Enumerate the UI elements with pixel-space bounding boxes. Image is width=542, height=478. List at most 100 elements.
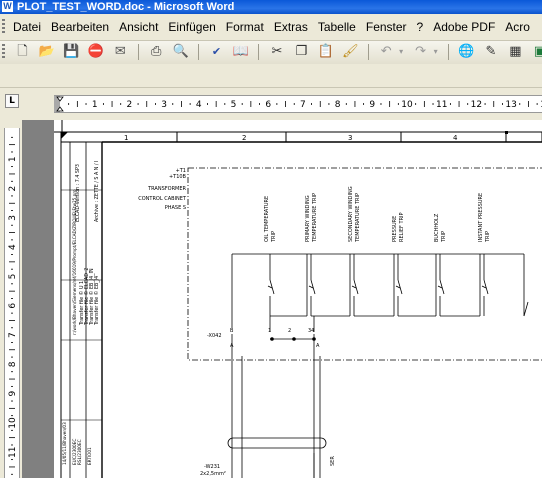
terminal-num-2: 2 — [288, 328, 291, 334]
left-panel-line10: RSL/2300EC — [77, 439, 82, 465]
grid-column-2: 2 — [242, 134, 246, 142]
horizontal-ruler[interactable]: 123456789101112131415 — [54, 95, 542, 113]
ruler-label: 11 — [436, 100, 447, 110]
print-icon[interactable]: ⎙ — [147, 43, 165, 61]
tag-t10b: +T10B — [169, 174, 187, 180]
cable-size: 2x2,5mm² — [200, 471, 226, 477]
ruler-label: 6 — [8, 303, 18, 309]
paste-icon[interactable]: 📋 — [317, 43, 335, 61]
ruler-label: 8 — [335, 100, 341, 110]
toolbar-spacer — [0, 64, 542, 88]
terminal-a-right: A — [316, 343, 320, 349]
trip-label: TEMPERATURE TRIP — [312, 193, 318, 243]
label-control-cabinet: CONTROL CABINET — [138, 196, 187, 202]
ruler-label: 10 — [401, 100, 413, 110]
trip-label: PRIMARY WINDING — [305, 195, 311, 242]
grid-column-4: 4 — [453, 134, 458, 142]
ruler-label: 10 — [8, 417, 18, 429]
left-panel-line2: Archive : ZETTE / S A N / I — [94, 161, 100, 222]
print-preview-icon[interactable]: 🔍 — [172, 43, 190, 61]
cut-icon[interactable]: ✂ — [268, 43, 286, 61]
menu-ansicht[interactable]: Ansicht — [114, 14, 163, 40]
spelling-icon[interactable]: ✔ — [208, 43, 226, 61]
toolbar-separator — [198, 44, 200, 60]
ruler-label: 9 — [8, 391, 18, 397]
redo-icon[interactable]: ↷ — [412, 43, 430, 61]
redo-dropdown-icon[interactable]: ▾ — [432, 43, 440, 61]
ruler-label: 5 — [8, 274, 18, 280]
ruler-label: 13 — [505, 100, 516, 110]
menu-adobe-pdf[interactable]: Adobe PDF — [428, 14, 500, 40]
grid-column-1: 1 — [124, 134, 128, 142]
terminal-x042: -X042 — [207, 333, 222, 339]
standard-toolbar: 🗋 📂 💾 ⛔ ✉ ⎙ 🔍 ✔ 📖 ✂ ❐ 📋 🖌 ↶▾ ↷▾ 🌐 ✎ ▦ ▣ … — [0, 41, 542, 65]
new-icon[interactable]: 🗋 — [13, 43, 31, 61]
copy-icon[interactable]: ❐ — [292, 43, 310, 61]
label-transformer: TRANSFORMER — [147, 186, 186, 192]
left-panel-path: r:/work/Bhaven/Siemens/ref/16019/Prompt/… — [72, 189, 77, 335]
menu-tabelle[interactable]: Tabelle — [313, 14, 361, 40]
undo-icon[interactable]: ↶ — [377, 43, 395, 61]
terminal-b-left: B — [230, 328, 234, 334]
document-page[interactable]: 1 2 3 4 ELCAD-Version : 7.4 SP3 Archive … — [54, 120, 542, 478]
toolbar-separator — [258, 44, 260, 60]
hyperlink-icon[interactable]: 🌐 — [458, 43, 476, 61]
left-panel-line11: ERTIO01 — [87, 447, 92, 465]
window-title: PLOT_TEST_WORD.doc - Microsoft Word — [17, 1, 235, 13]
menu-bar: Datei Bearbeiten Ansicht Einfügen Format Extr… — [0, 14, 542, 41]
ruler-label: 4 — [196, 100, 202, 110]
trip-label: TRIP — [485, 231, 491, 243]
trip-label: PRESSURE — [392, 216, 398, 242]
ruler-label: 3 — [8, 215, 18, 221]
menu-extras[interactable]: Extras — [269, 14, 313, 40]
menu-datei[interactable]: Datei — [8, 14, 46, 40]
trip-label: SECONDARY WINDING — [348, 186, 354, 242]
menu-einfuegen[interactable]: Einfügen — [163, 14, 220, 40]
title-bar[interactable]: W PLOT_TEST_WORD.doc - Microsoft Word — [0, 0, 542, 14]
ruler-label: 5 — [231, 100, 237, 110]
menu-acrobat[interactable]: Acro — [500, 14, 535, 40]
cable-code: SER — [330, 456, 336, 466]
permission-icon[interactable]: ⛔ — [87, 43, 105, 61]
menu-bearbeiten[interactable]: Bearbeiten — [46, 14, 114, 40]
ruler-label: 6 — [265, 100, 271, 110]
toolbar-separator — [137, 44, 139, 60]
trip-label: TRIP — [441, 231, 447, 243]
ruler-label: 4 — [8, 244, 18, 250]
cable-label: -W231 — [204, 464, 220, 470]
ruler-label: 7 — [8, 332, 18, 338]
insert-table-icon[interactable]: ▦ — [506, 43, 524, 61]
research-icon[interactable]: 📖 — [232, 43, 250, 61]
menu-grip[interactable] — [2, 19, 5, 35]
trip-label: TEMPERATURE TRIP — [355, 193, 361, 243]
horizontal-ruler-scale: 123456789101112131415 — [54, 96, 542, 112]
ruler-label: 7 — [300, 100, 306, 110]
trip-label: BUCHHOLZ — [434, 213, 440, 242]
tab-selector[interactable]: L — [5, 94, 19, 108]
open-icon[interactable]: 📂 — [38, 43, 56, 61]
trip-label: INSTANT PRESSURE — [478, 193, 484, 242]
menu-fenster[interactable]: Fenster — [361, 14, 412, 40]
undo-dropdown-icon[interactable]: ▾ — [397, 43, 405, 61]
menu-help[interactable]: ? — [412, 14, 429, 40]
menu-format[interactable]: Format — [221, 14, 269, 40]
toolbar-separator — [367, 44, 369, 60]
ruler-label: 8 — [8, 361, 18, 367]
insert-excel-icon[interactable]: ▣ — [531, 43, 542, 61]
contact-wire — [523, 301, 529, 317]
vertical-ruler[interactable]: 1 2 3 4 5 6 7 8 9 10 11 — [4, 128, 20, 478]
terminal-num-1: 1 — [268, 328, 271, 334]
trip-label: RELIEF TRIP — [399, 212, 405, 242]
save-icon[interactable]: 💾 — [62, 43, 80, 61]
left-panel-line8: 14/05/11/Bhaven/03 — [62, 422, 67, 465]
trip-label: OIL TEMPERATURE — [264, 196, 270, 242]
ruler-label: 2 — [127, 100, 133, 110]
ruler-label: 1 — [92, 100, 98, 110]
email-icon[interactable]: ✉ — [111, 43, 129, 61]
tables-borders-icon[interactable]: ✎ — [482, 43, 500, 61]
format-painter-icon[interactable]: 🖌 — [341, 43, 359, 61]
ruler-label: 2 — [8, 186, 18, 192]
ruler-label: 9 — [369, 100, 375, 110]
toolbar-grip[interactable] — [2, 44, 5, 60]
ruler-label: 11 — [8, 447, 18, 458]
